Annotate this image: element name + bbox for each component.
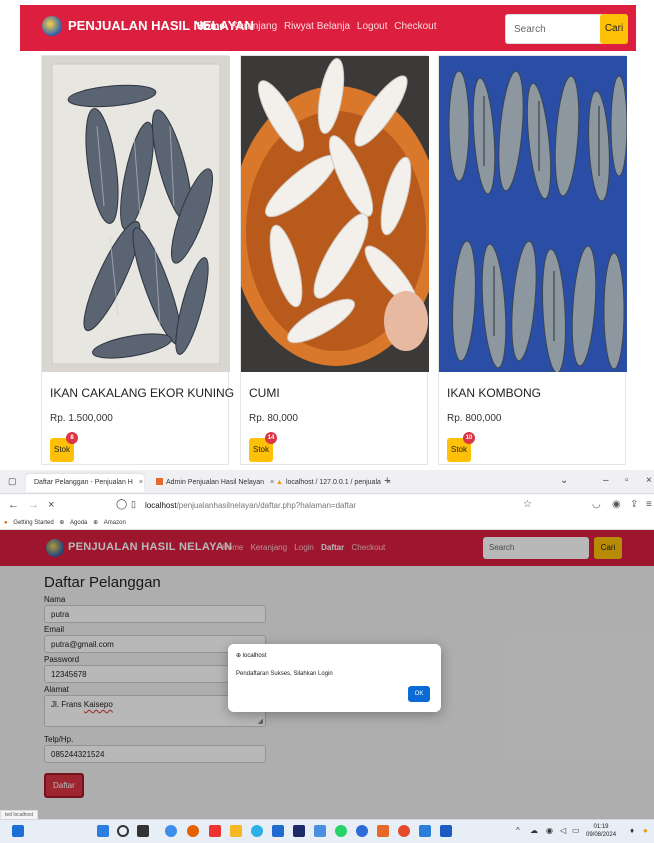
tab-title: Daftar Pelanggan - Penjualan H <box>34 479 133 486</box>
close-icon[interactable]: × <box>48 499 54 511</box>
tab-bar: ▢ Daftar Pelanggan - Penjualan H × Admin … <box>0 470 654 494</box>
volume-icon[interactable]: ◁ <box>560 826 566 835</box>
dialog-origin: ⊕ localhost <box>236 652 266 659</box>
nav-logout[interactable]: Logout <box>357 21 388 32</box>
product-name: CUMI <box>249 386 280 400</box>
page-icon: ▯ <box>131 499 136 509</box>
forward-icon[interactable]: → <box>28 499 39 511</box>
start-icon[interactable] <box>97 825 109 837</box>
dropbox-icon[interactable] <box>293 825 305 837</box>
tab-favicon-icon: ▲ <box>276 479 283 486</box>
brand-logo-icon <box>42 16 62 36</box>
product-card: IKAN KOMBONG Rp. 800,000 Stok 10 <box>438 55 627 465</box>
amazon-icon[interactable] <box>314 825 326 837</box>
product-price: Rp. 80,000 <box>249 413 298 424</box>
messenger-icon[interactable] <box>356 825 368 837</box>
close-icon[interactable]: × <box>139 479 143 486</box>
stock-count-badge: 8 <box>66 432 78 444</box>
register-screenshot: ▢ Daftar Pelanggan - Penjualan H × Admin … <box>0 470 654 843</box>
shop-screenshot: PENJUALAN HASIL NELAYAN Home Keranjang R… <box>0 0 654 470</box>
date-label: 09/08/2024 <box>586 832 617 838</box>
bookmark-star-icon[interactable]: ☆ <box>523 499 532 510</box>
clock[interactable]: 01:19 09/08/2024 <box>586 823 616 839</box>
firefox-icon[interactable] <box>187 825 199 837</box>
bookmarks-bar: ● Getting Started ⊕ Agoda ⊕ Amazon <box>0 517 654 530</box>
copilot-tray-icon[interactable]: ● <box>643 826 648 835</box>
dialog-host: localhost <box>242 653 267 659</box>
tab-phpmyadmin[interactable]: ▲ localhost / 127.0.0.1 / penjuala × <box>268 474 391 492</box>
tab-title: Admin Penjualan Hasil Nelayan <box>166 479 265 486</box>
back-icon[interactable]: ← <box>8 499 19 511</box>
address-field[interactable]: localhost/penjualanhasilnelayan/daftar.p… <box>145 501 356 510</box>
shield-icon[interactable]: ◯ <box>116 499 127 510</box>
nav-riwayat-belanja[interactable]: Riwyat Belanja <box>284 21 350 32</box>
ok-button[interactable]: OK <box>408 686 430 702</box>
chevron-down-icon[interactable]: ⌄ <box>560 475 568 486</box>
url-path: /penjualanhasilnelayan/daftar.php?halama… <box>176 501 357 510</box>
new-tab-icon[interactable]: + <box>384 475 390 487</box>
wifi-icon[interactable]: ◉ <box>546 826 553 835</box>
menu-icon[interactable]: ≡ <box>646 499 652 510</box>
chrome-icon[interactable] <box>398 825 410 837</box>
restore-icon[interactable]: ▫ <box>625 475 629 486</box>
edge-icon[interactable] <box>251 825 263 837</box>
nav-home[interactable]: Home <box>197 21 225 32</box>
register-page: PENJUALAN HASIL NELAYAN Home Keranjang L… <box>0 530 654 819</box>
task-view-icon[interactable] <box>137 825 149 837</box>
battery-icon[interactable]: ▭ <box>572 826 580 835</box>
product-name: IKAN KOMBONG <box>447 386 542 400</box>
tray-app-icon[interactable]: ☁ <box>530 826 538 835</box>
product-image-cakalang <box>42 56 230 372</box>
store-icon[interactable] <box>272 825 284 837</box>
product-name: IKAN CAKALANG EKOR KUNING <box>50 386 235 400</box>
pocket-icon[interactable]: ◡ <box>592 499 601 510</box>
app-icon[interactable] <box>209 825 221 837</box>
nav-checkout[interactable]: Checkout <box>394 21 436 32</box>
stock-count-badge: 14 <box>265 432 277 444</box>
nav-links: Home Keranjang Riwyat Belanja Logout Che… <box>197 21 441 32</box>
time-label: 01:19 <box>593 824 609 830</box>
tab-list-icon[interactable]: ▢ <box>8 476 17 487</box>
product-image-cumi <box>241 56 429 372</box>
url-bar: ← → × ◯ ▯ localhost/penjualanhasilnelaya… <box>0 495 654 517</box>
account-icon[interactable]: ◉ <box>612 499 621 510</box>
widgets-icon[interactable] <box>12 825 24 837</box>
copilot-icon[interactable] <box>165 825 177 837</box>
tray-chevron-icon[interactable]: ^ <box>516 826 520 835</box>
product-card: IKAN CAKALANG EKOR KUNING Rp. 1.500,000 … <box>41 55 234 465</box>
shop-navbar: PENJUALAN HASIL NELAYAN Home Keranjang R… <box>20 5 636 51</box>
bookmark-getting-started[interactable]: Getting Started <box>13 520 53 526</box>
url-host: localhost <box>145 501 177 510</box>
product-card: CUMI Rp. 80,000 Stok 14 <box>240 55 429 465</box>
notification-bell-icon[interactable]: ♦ <box>630 826 634 835</box>
dialog-message: Pendaftaran Sukses, Silahkan Login <box>236 671 333 677</box>
xampp-icon[interactable] <box>377 825 389 837</box>
globe-icon: ⊕ <box>236 653 243 659</box>
tab-admin[interactable]: Admin Penjualan Hasil Nelayan × <box>148 474 274 492</box>
tab-title: localhost / 127.0.0.1 / penjuala <box>285 479 381 486</box>
tab-daftar-pelanggan[interactable]: Daftar Pelanggan - Penjualan H × <box>26 474 144 492</box>
stock-count-badge: 10 <box>463 432 475 444</box>
vscode-icon[interactable] <box>419 825 431 837</box>
word-icon[interactable] <box>440 825 452 837</box>
whatsapp-icon[interactable] <box>335 825 347 837</box>
folder-icon[interactable] <box>230 825 242 837</box>
close-window-icon[interactable]: × <box>646 475 652 486</box>
product-price: Rp. 1.500,000 <box>50 413 113 424</box>
globe-icon: ⊕ <box>59 520 65 526</box>
product-image-kombong <box>439 56 627 372</box>
search-button[interactable]: Cari <box>600 14 628 44</box>
alert-dialog: ⊕ localhost Pendaftaran Sukses, Silahkan… <box>228 644 441 712</box>
search-icon[interactable] <box>117 825 129 837</box>
product-price: Rp. 800,000 <box>447 413 502 424</box>
windows-taskbar: ^ ☁ ◉ ◁ ▭ 01:19 09/08/2024 ♦ ● <box>0 819 654 843</box>
tab-favicon-icon <box>156 478 163 485</box>
nav-keranjang[interactable]: Keranjang <box>232 21 278 32</box>
bookmark-agoda[interactable]: Agoda <box>70 520 87 526</box>
bookmark-amazon[interactable]: Amazon <box>104 520 126 526</box>
globe-icon: ⊕ <box>93 520 99 526</box>
share-icon[interactable]: ⇪ <box>630 499 638 510</box>
firefox-icon: ● <box>4 520 8 526</box>
minimize-icon[interactable]: – <box>603 475 609 486</box>
